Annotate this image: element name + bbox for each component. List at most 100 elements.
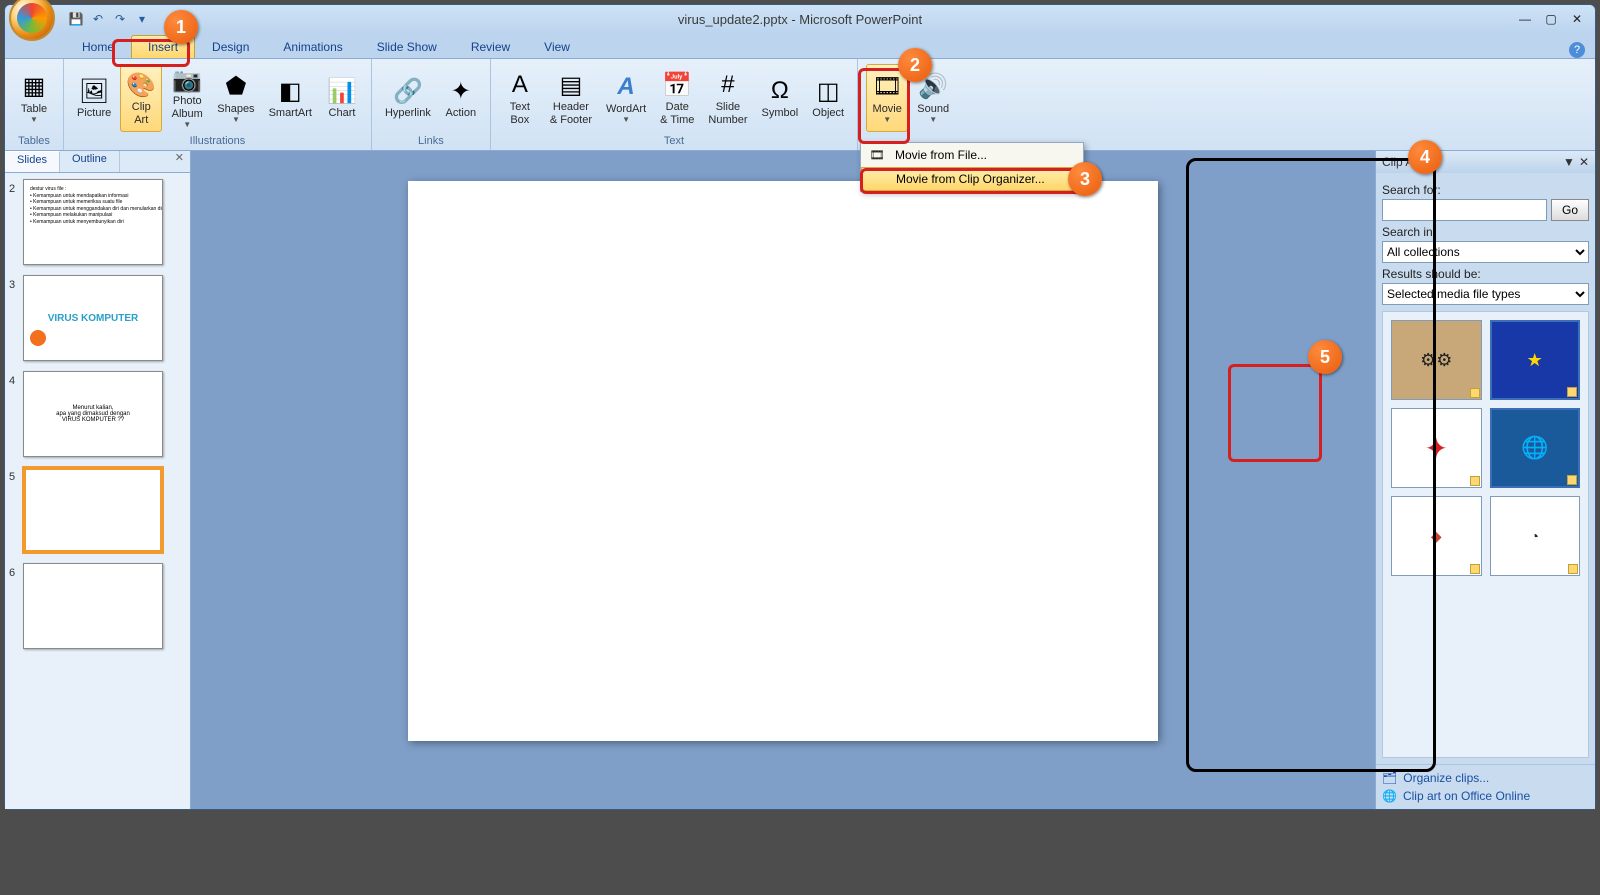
app-window: 💾 ↶ ↷ ▾ virus_update2.pptx - Microsoft P…: [4, 4, 1596, 810]
shapes-icon: ⬟: [220, 71, 252, 103]
tab-design[interactable]: Design: [195, 35, 266, 58]
group-links: 🔗Hyperlink ✦Action Links: [372, 59, 491, 150]
group-text-label: Text: [493, 134, 855, 148]
ribbon: ▦Table▼ Tables 🖼Picture 🎨Clip Art 📷Photo…: [5, 59, 1595, 151]
quick-access-toolbar: 💾 ↶ ↷ ▾: [67, 10, 151, 28]
clip-result-2[interactable]: ★: [1490, 320, 1581, 400]
results-should-label: Results should be:: [1382, 267, 1589, 281]
online-icon: 🌐: [1382, 789, 1397, 803]
chart-icon: 📊: [326, 75, 358, 107]
slidenumber-button[interactable]: #Slide Number: [703, 64, 752, 132]
headerfooter-button[interactable]: ▤Header & Footer: [545, 64, 597, 132]
redo-icon[interactable]: ↷: [111, 10, 129, 28]
clipart-footer: 🗂Organize clips... 🌐Clip art on Office O…: [1376, 764, 1595, 809]
textbox-button[interactable]: AText Box: [499, 64, 541, 132]
minimize-icon[interactable]: —: [1513, 11, 1537, 27]
results-select[interactable]: Selected media file types: [1382, 283, 1589, 305]
clipart-button[interactable]: 🎨Clip Art: [120, 64, 162, 132]
qat-more-icon[interactable]: ▾: [133, 10, 151, 28]
action-button[interactable]: ✦Action: [440, 64, 482, 132]
textbox-icon: A: [504, 69, 536, 101]
thumb-num-5: 5: [9, 467, 23, 483]
tab-home[interactable]: Home: [65, 35, 131, 58]
movie-from-organizer-item[interactable]: Movie from Clip Organizer...: [861, 167, 1083, 191]
clipart-pane: Clip Art ▼✕ Search for: Go Search in: Al…: [1375, 151, 1595, 809]
film-icon: 🎞: [865, 148, 889, 162]
work-area: Slides Outline ✕ 2destur virus file : • …: [5, 151, 1595, 809]
callout-5: 5: [1308, 340, 1342, 374]
restore-icon[interactable]: ▢: [1539, 11, 1563, 27]
clip-result-5[interactable]: ◆: [1391, 496, 1482, 576]
group-tables: ▦Table▼ Tables: [5, 59, 64, 150]
tab-review[interactable]: Review: [454, 35, 527, 58]
hyperlink-button[interactable]: 🔗Hyperlink: [380, 64, 436, 132]
search-in-select[interactable]: All collections: [1382, 241, 1589, 263]
thumb-6[interactable]: [23, 563, 163, 649]
group-illustrations-label: Illustrations: [66, 134, 369, 148]
thumb-num-4: 4: [9, 371, 23, 387]
smartart-icon: ◧: [274, 75, 306, 107]
clipart-menu-icon[interactable]: ▼: [1563, 155, 1575, 169]
callout-1: 1: [164, 10, 198, 44]
symbol-button[interactable]: ΩSymbol: [757, 64, 804, 132]
thumb-num-2: 2: [9, 179, 23, 195]
shapes-button[interactable]: ⬟Shapes▼: [212, 64, 259, 132]
clipart-close-icon[interactable]: ✕: [1579, 155, 1589, 169]
search-input[interactable]: [1382, 199, 1547, 221]
office-online-link[interactable]: 🌐Clip art on Office Online: [1382, 787, 1589, 805]
thumb-4[interactable]: Menurut kalian, apa yang dimaksud dengan…: [23, 371, 163, 457]
callout-2: 2: [898, 48, 932, 82]
close-icon[interactable]: ✕: [1565, 11, 1589, 27]
datetime-icon: 📅: [661, 69, 693, 101]
clip-result-3[interactable]: ✦: [1391, 408, 1482, 488]
picture-button[interactable]: 🖼Picture: [72, 64, 116, 132]
thumb-5[interactable]: [23, 467, 163, 553]
slides-panel-close-icon[interactable]: ✕: [169, 151, 190, 172]
photoalbum-icon: 📷: [171, 66, 203, 95]
search-for-label: Search for:: [1382, 183, 1589, 197]
results-grid: ⚙⚙ ★ ✦ 🌐 ◆ ◔: [1382, 311, 1589, 758]
undo-icon[interactable]: ↶: [89, 10, 107, 28]
chart-button[interactable]: 📊Chart: [321, 64, 363, 132]
clipart-icon: 🎨: [125, 69, 157, 101]
slidenumber-icon: #: [712, 69, 744, 101]
picture-icon: 🖼: [78, 75, 110, 107]
wordart-button[interactable]: AWordArt▼: [601, 64, 651, 132]
callout-4: 4: [1408, 140, 1442, 174]
movie-icon: 🎞: [871, 71, 903, 103]
thumb-3[interactable]: VIRUS KOMPUTER: [23, 275, 163, 361]
wordart-icon: A: [610, 71, 642, 103]
organize-clips-link[interactable]: 🗂Organize clips...: [1382, 769, 1589, 787]
clip-result-1[interactable]: ⚙⚙: [1391, 320, 1482, 400]
help-icon[interactable]: ?: [1569, 42, 1585, 58]
clip-result-6[interactable]: ◔: [1490, 496, 1581, 576]
group-text: AText Box ▤Header & Footer AWordArt▼ 📅Da…: [491, 59, 858, 150]
outline-tab[interactable]: Outline: [60, 151, 120, 172]
titlebar: 💾 ↶ ↷ ▾ virus_update2.pptx - Microsoft P…: [5, 5, 1595, 33]
tab-view[interactable]: View: [527, 35, 587, 58]
symbol-icon: Ω: [764, 75, 796, 107]
table-icon: ▦: [18, 71, 50, 103]
slide-canvas[interactable]: [408, 181, 1158, 741]
canvas-area: [191, 151, 1375, 809]
thumb-2[interactable]: destur virus file : • Kemampuan untuk me…: [23, 179, 163, 265]
tab-slideshow[interactable]: Slide Show: [360, 35, 454, 58]
clip-result-4[interactable]: 🌐: [1490, 408, 1581, 488]
table-button[interactable]: ▦Table▼: [13, 64, 55, 132]
callout-3: 3: [1068, 162, 1102, 196]
smartart-button[interactable]: ◧SmartArt: [264, 64, 317, 132]
movie-from-file-item[interactable]: 🎞Movie from File...: [861, 143, 1083, 167]
object-button[interactable]: ◫Object: [807, 64, 849, 132]
go-button[interactable]: Go: [1551, 199, 1589, 221]
hyperlink-icon: 🔗: [392, 75, 424, 107]
slides-tab[interactable]: Slides: [5, 151, 60, 172]
tab-animations[interactable]: Animations: [266, 35, 359, 58]
action-icon: ✦: [445, 75, 477, 107]
search-in-label: Search in:: [1382, 225, 1589, 239]
photoalbum-button[interactable]: 📷Photo Album▼: [166, 64, 208, 132]
slides-panel-tabs: Slides Outline ✕: [5, 151, 190, 173]
datetime-button[interactable]: 📅Date & Time: [655, 64, 699, 132]
save-icon[interactable]: 💾: [67, 10, 85, 28]
slide-thumbnails: 2destur virus file : • Kemampuan untuk m…: [5, 173, 190, 809]
object-icon: ◫: [812, 75, 844, 107]
